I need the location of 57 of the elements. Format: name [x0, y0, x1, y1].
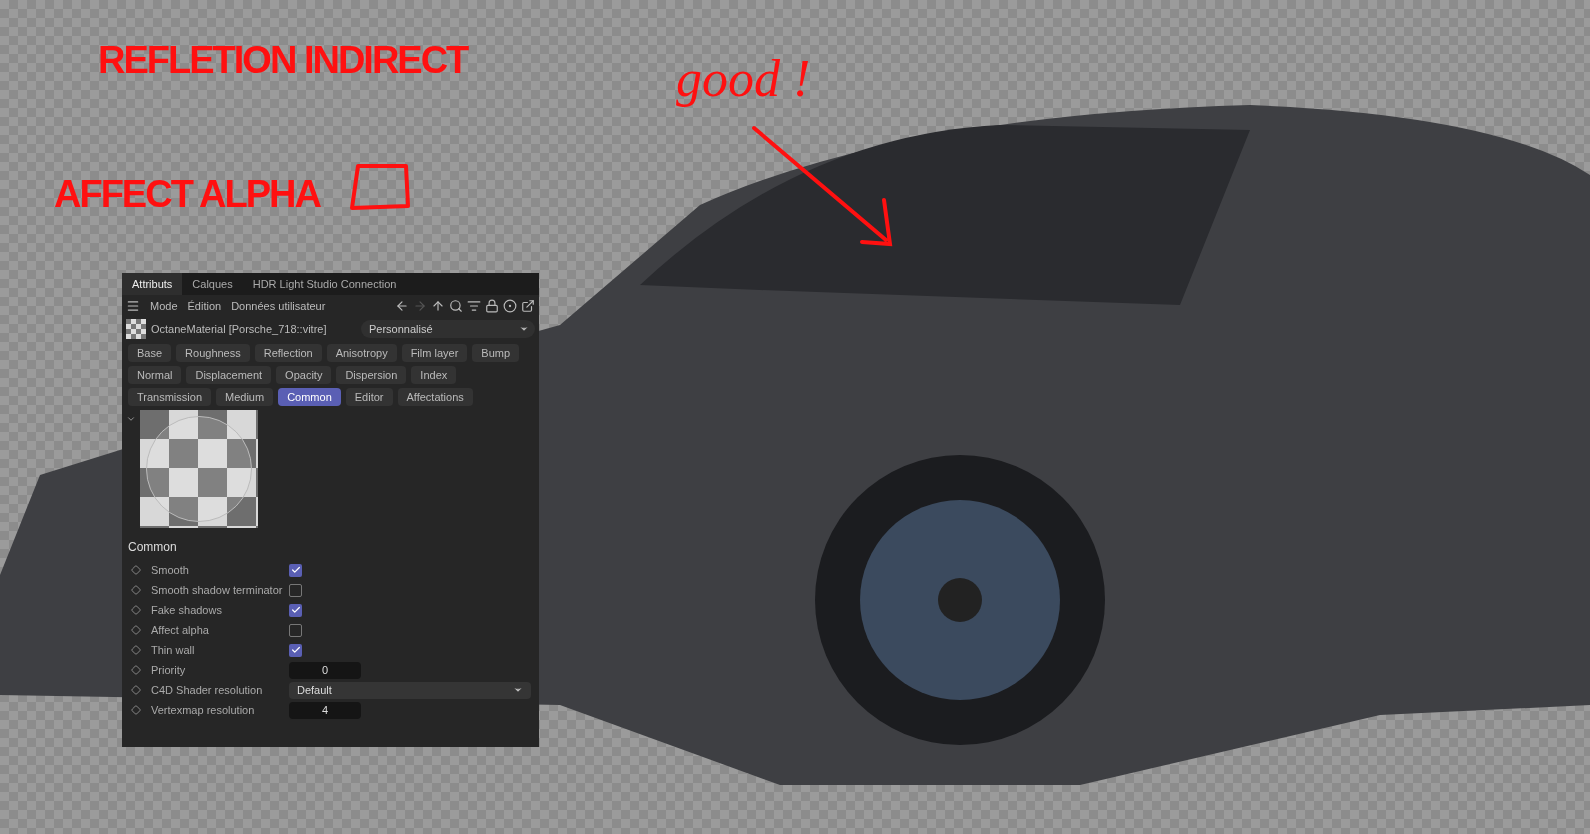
search-icon[interactable] [449, 299, 463, 313]
target-icon[interactable] [503, 299, 517, 313]
page-button[interactable]: Opacity [276, 366, 332, 384]
page-button[interactable]: Common [278, 388, 341, 406]
handwritten-note: good ! [676, 49, 811, 109]
tab[interactable]: Attributs [122, 273, 183, 295]
checkbox[interactable] [289, 563, 302, 577]
lock-icon[interactable] [485, 299, 499, 313]
preset-dropdown[interactable]: Personnalisé [361, 320, 535, 338]
menu-item[interactable]: Édition [187, 297, 222, 315]
parameter-label: Smooth shadow terminator [151, 582, 284, 598]
filter-icon[interactable] [467, 299, 481, 313]
new-window-icon[interactable] [521, 299, 535, 313]
menu-icon[interactable] [126, 299, 140, 313]
page-button[interactable]: Editor [345, 388, 393, 406]
checkbox[interactable] [289, 583, 302, 597]
page-button[interactable]: Bump [472, 344, 520, 362]
tab[interactable]: Calques [182, 273, 243, 295]
parameter-label: Vertexmap resolution [151, 702, 256, 718]
parameter-label: Smooth [151, 562, 190, 578]
annotation-text: REFLETION INDIRECT [98, 38, 468, 83]
menu-item[interactable]: Mode [150, 297, 178, 315]
parameter-label: Thin wall [151, 642, 196, 658]
parameter-label: Affect alpha [151, 622, 210, 638]
page-button[interactable]: Reflection [254, 344, 322, 362]
material-thumbnail-icon [126, 319, 146, 339]
caret-icon [519, 324, 529, 334]
checkbox[interactable] [289, 623, 302, 637]
collapse-icon[interactable] [126, 414, 136, 424]
page-button[interactable]: Dispersion [336, 366, 407, 384]
caret-icon [513, 685, 523, 695]
number-field[interactable]: 4 [289, 701, 361, 719]
material-name: OctaneMaterial [Porsche_718::vitre] [151, 321, 328, 337]
page-button[interactable]: Film layer [401, 344, 468, 362]
tab[interactable]: HDR Light Studio Connection [242, 273, 407, 295]
parameter-label: Priority [151, 662, 187, 678]
page-button[interactable]: Medium [216, 388, 274, 406]
section-title: Common [127, 539, 178, 556]
checkbox[interactable] [289, 603, 302, 617]
page-button[interactable]: Displacement [186, 366, 272, 384]
menu-item[interactable]: Données utilisateur [231, 297, 326, 315]
page-button[interactable]: Base [128, 344, 172, 362]
annotation-text: AFFECT ALPHA [54, 172, 320, 217]
dropdown[interactable]: Default [289, 681, 531, 699]
page-button[interactable]: Index [411, 366, 457, 384]
page-button[interactable]: Affectations [397, 388, 473, 406]
back-icon[interactable] [395, 299, 409, 313]
checkbox[interactable] [289, 643, 302, 657]
page-button[interactable]: Anisotropy [326, 344, 397, 362]
number-field[interactable]: 0 [289, 661, 361, 679]
up-icon[interactable] [431, 299, 445, 313]
parameter-label: C4D Shader resolution [151, 682, 264, 698]
parameter-label: Fake shadows [151, 602, 223, 618]
page-button[interactable]: Roughness [176, 344, 250, 362]
page-button[interactable]: Normal [128, 366, 182, 384]
page-button[interactable]: Transmission [128, 388, 211, 406]
empty-box-drawing [348, 162, 412, 212]
